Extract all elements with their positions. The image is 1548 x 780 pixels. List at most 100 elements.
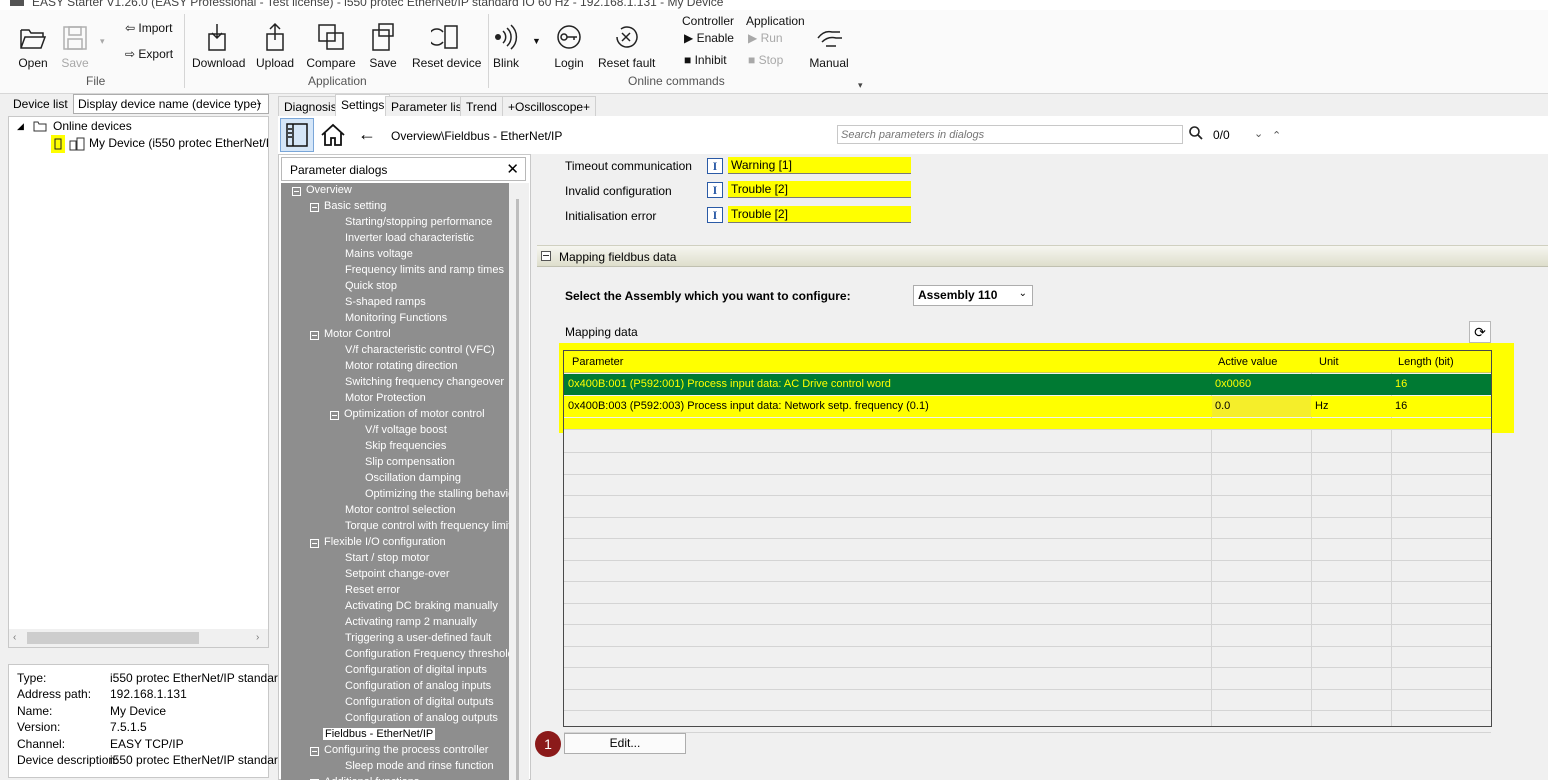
initialisation-error-field[interactable]: Trouble [2] bbox=[728, 206, 911, 223]
tree-item[interactable]: Mains voltage bbox=[345, 248, 413, 260]
tree-item[interactable]: Slip compensation bbox=[365, 456, 455, 468]
assembly-select[interactable]: Assembly 110 ⌄ bbox=[913, 285, 1033, 306]
tab-oscilloscope[interactable]: +Oscilloscope+ bbox=[502, 96, 597, 116]
table-row[interactable] bbox=[564, 418, 1491, 430]
mapping-section-header[interactable]: Mapping fieldbus data bbox=[537, 245, 1548, 267]
column-header-length[interactable]: Length (bit) bbox=[1398, 356, 1454, 368]
my-device-node[interactable]: My Device (i550 protec EtherNet/IP s bbox=[89, 136, 269, 150]
collapse-box-icon[interactable] bbox=[310, 539, 319, 548]
tree-item[interactable]: Overview bbox=[306, 184, 352, 196]
compare-button[interactable]: Compare bbox=[306, 22, 356, 70]
tree-item[interactable]: Activating ramp 2 manually bbox=[345, 616, 477, 628]
tree-item[interactable]: Configuring the process controller bbox=[324, 744, 488, 756]
tree-item[interactable]: Configuration of digital outputs bbox=[345, 696, 494, 708]
open-button[interactable]: Open bbox=[16, 24, 50, 70]
search-icon[interactable] bbox=[1188, 125, 1204, 144]
save-dropdown-icon[interactable]: ▾ bbox=[100, 36, 105, 47]
reset-device-button[interactable]: Reset device bbox=[412, 22, 481, 70]
search-parameters-input[interactable] bbox=[837, 125, 1183, 144]
tree-item[interactable]: Quick stop bbox=[345, 280, 397, 292]
tree-item[interactable]: S-shaped ramps bbox=[345, 296, 426, 308]
tree-item[interactable]: Monitoring Functions bbox=[345, 312, 447, 324]
tree-item[interactable]: Frequency limits and ramp times bbox=[345, 264, 504, 276]
collapse-triangle-icon[interactable]: ◢ bbox=[17, 121, 24, 132]
previous-result-icon[interactable]: ⌃ bbox=[1272, 129, 1281, 142]
online-devices-node[interactable]: Online devices bbox=[53, 119, 132, 133]
upload-button[interactable]: Upload bbox=[254, 22, 296, 70]
enable-button[interactable]: ▶ Enable bbox=[684, 31, 734, 45]
tree-item[interactable]: Motor Protection bbox=[345, 392, 426, 404]
tree-item[interactable]: Inverter load characteristic bbox=[345, 232, 474, 244]
tree-item[interactable]: V/f voltage boost bbox=[365, 424, 447, 436]
tree-item[interactable]: Motor Control bbox=[324, 328, 391, 340]
tree-item[interactable]: Optimization of motor control bbox=[344, 408, 485, 420]
login-button[interactable]: Login bbox=[552, 22, 586, 70]
tree-item[interactable]: Optimizing the stalling behavior bbox=[365, 488, 509, 500]
import-button[interactable]: ⇦ Import bbox=[125, 21, 172, 35]
tree-item[interactable]: Triggering a user-defined fault bbox=[345, 632, 491, 644]
tree-item[interactable]: Motor control selection bbox=[345, 504, 456, 516]
inhibit-button[interactable]: ■ Inhibit bbox=[684, 53, 727, 67]
info-icon[interactable]: I bbox=[707, 158, 723, 174]
close-icon[interactable]: ✕ bbox=[506, 160, 519, 178]
column-header-unit[interactable]: Unit bbox=[1319, 356, 1339, 368]
scroll-left-icon[interactable]: ‹ bbox=[13, 632, 16, 643]
tree-item[interactable]: Configuration of digital inputs bbox=[345, 664, 487, 676]
refresh-icon[interactable]: ⟳ bbox=[1469, 321, 1491, 343]
column-header-parameter[interactable]: Parameter bbox=[572, 356, 623, 368]
tree-item[interactable]: Reset error bbox=[345, 584, 400, 596]
save-file-button[interactable]: Save bbox=[58, 24, 92, 70]
tree-item[interactable]: Sleep mode and rinse function bbox=[345, 760, 494, 772]
tree-item[interactable]: V/f characteristic control (VFC) bbox=[345, 344, 495, 356]
table-row[interactable]: 0x400B:003 (P592:003) Process input data… bbox=[564, 396, 1491, 417]
table-row[interactable]: 0x400B:001 (P592:001) Process input data… bbox=[564, 374, 1491, 395]
tree-item[interactable]: Fieldbus - EtherNet/IP bbox=[323, 728, 436, 740]
collapse-box-icon[interactable] bbox=[330, 411, 339, 420]
device-list-tab[interactable]: Device list bbox=[13, 97, 68, 111]
tree-item[interactable]: Flexible I/O configuration bbox=[324, 536, 446, 548]
scroll-thumb[interactable] bbox=[27, 632, 199, 644]
download-button[interactable]: Download bbox=[192, 22, 245, 70]
tree-item[interactable]: Configuration of analog outputs bbox=[345, 712, 498, 724]
tree-item[interactable]: Configuration Frequency threshold bbox=[345, 648, 509, 660]
scroll-thumb[interactable] bbox=[516, 199, 519, 780]
reset-fault-button[interactable]: Reset fault bbox=[598, 22, 655, 70]
run-button[interactable]: ▶ Run bbox=[748, 31, 783, 45]
column-header-active-value[interactable]: Active value bbox=[1218, 356, 1277, 368]
invalid-configuration-field[interactable]: Trouble [2] bbox=[728, 181, 911, 198]
tree-item[interactable]: Start / stop motor bbox=[345, 552, 429, 564]
save-app-button[interactable]: Save bbox=[366, 22, 400, 70]
tree-item[interactable]: Additional functions bbox=[324, 776, 419, 780]
tree-item[interactable]: Basic setting bbox=[324, 200, 386, 212]
tree-item[interactable]: Skip frequencies bbox=[365, 440, 446, 452]
tree-item[interactable]: Switching frequency changeover bbox=[345, 376, 504, 388]
tree-item[interactable]: Activating DC braking manually bbox=[345, 600, 498, 612]
next-result-icon[interactable]: ⌄ bbox=[1254, 127, 1263, 140]
manual-button[interactable]: Manual bbox=[808, 24, 850, 70]
collapse-box-icon[interactable] bbox=[541, 251, 551, 261]
tab-parameter-list[interactable]: Parameter list bbox=[385, 96, 472, 116]
back-arrow-icon[interactable]: ← bbox=[358, 124, 376, 145]
info-icon[interactable]: I bbox=[707, 182, 723, 198]
tree-item[interactable]: Setpoint change-over bbox=[345, 568, 450, 580]
toggle-tree-button[interactable] bbox=[280, 118, 314, 152]
timeout-communication-field[interactable]: Warning [1] bbox=[728, 157, 911, 174]
collapse-box-icon[interactable] bbox=[292, 187, 301, 196]
tree-vertical-scrollbar[interactable] bbox=[509, 183, 529, 780]
ribbon-collapse-icon[interactable]: ▾ bbox=[858, 80, 863, 91]
stop-button[interactable]: ■ Stop bbox=[748, 53, 783, 67]
display-mode-combo[interactable]: Display device name (device type) ⌄ bbox=[73, 94, 269, 114]
tree-item[interactable]: Configuration of analog inputs bbox=[345, 680, 491, 692]
collapse-box-icon[interactable] bbox=[310, 747, 319, 756]
collapse-box-icon[interactable] bbox=[310, 203, 319, 212]
edit-button[interactable]: Edit... bbox=[564, 733, 686, 754]
tree-item[interactable]: Starting/stopping performance bbox=[345, 216, 492, 228]
collapse-box-icon[interactable] bbox=[310, 331, 319, 340]
tree-item[interactable]: Oscillation damping bbox=[365, 472, 461, 484]
tree-item[interactable]: Torque control with frequency limit bbox=[345, 520, 509, 532]
tab-diagnosis[interactable]: Diagnosis bbox=[278, 96, 343, 116]
info-icon[interactable]: I bbox=[707, 207, 723, 223]
tree-horizontal-scrollbar[interactable]: ‹ › bbox=[9, 629, 268, 647]
tab-settings[interactable]: Settings bbox=[335, 94, 391, 116]
blink-dropdown-icon[interactable]: ▼ bbox=[532, 36, 541, 46]
